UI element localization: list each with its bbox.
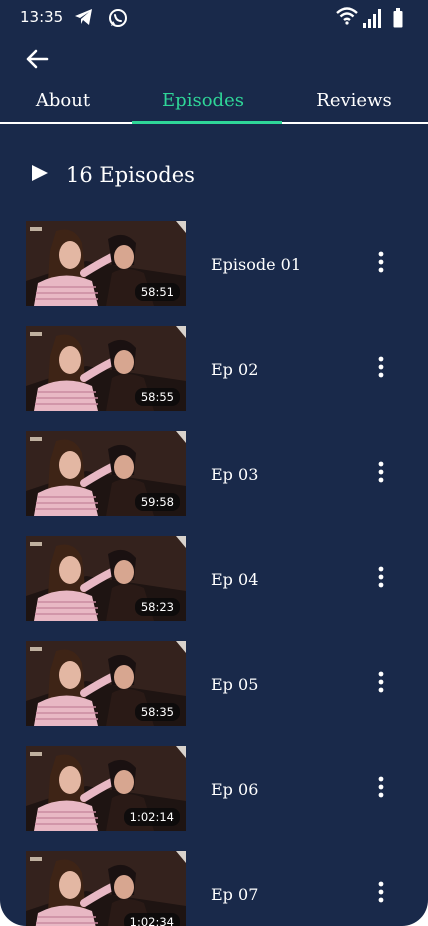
status-bar: 13:35 <box>0 0 428 36</box>
battery-icon <box>393 8 403 32</box>
episode-thumbnail[interactable]: 58:35 <box>26 641 186 726</box>
tab-episodes[interactable]: Episodes <box>140 78 266 122</box>
more-vertical-icon <box>378 776 384 802</box>
more-vertical-icon <box>378 881 384 907</box>
episode-title: Episode 01 <box>211 255 302 274</box>
episode-duration: 59:58 <box>134 493 180 511</box>
more-vertical-icon <box>378 251 384 277</box>
episode-row[interactable]: 1:02:14 Ep 06 <box>0 746 428 851</box>
active-tab-indicator <box>132 121 282 124</box>
episode-duration: 1:02:34 <box>123 913 180 926</box>
episode-duration: 58:55 <box>134 388 180 406</box>
wifi-icon <box>336 7 358 29</box>
episodes-count-title: 16 Episodes <box>66 163 195 187</box>
more-vertical-icon <box>378 461 384 487</box>
episode-more-button[interactable] <box>368 879 394 909</box>
episode-duration: 58:35 <box>134 703 180 721</box>
tab-reviews[interactable]: Reviews <box>310 78 398 122</box>
episode-duration: 1:02:14 <box>123 808 180 826</box>
episode-more-button[interactable] <box>368 669 394 699</box>
arrow-left-icon <box>25 48 49 74</box>
episode-duration: 58:51 <box>134 283 180 301</box>
episode-row[interactable]: 59:58 Ep 03 <box>0 431 428 536</box>
episode-thumbnail[interactable]: 58:51 <box>26 221 186 306</box>
episode-thumbnail[interactable]: 1:02:14 <box>26 746 186 831</box>
signal-icon <box>362 8 382 32</box>
episode-row[interactable]: 58:23 Ep 04 <box>0 536 428 641</box>
episode-title: Ep 06 <box>211 780 259 799</box>
episode-title: Ep 04 <box>211 570 259 589</box>
more-vertical-icon <box>378 671 384 697</box>
episode-title: Ep 03 <box>211 465 259 484</box>
episode-row[interactable]: 58:51 Episode 01 <box>0 221 428 326</box>
episode-more-button[interactable] <box>368 459 394 489</box>
episode-thumbnail[interactable]: 59:58 <box>26 431 186 516</box>
back-button[interactable] <box>22 46 52 76</box>
episode-thumbnail[interactable]: 58:23 <box>26 536 186 621</box>
play-icon <box>30 163 50 187</box>
episode-list: 58:51 Episode 01 58:55 Ep 02 59:58 Ep 03… <box>0 221 428 926</box>
whatsapp-icon <box>108 8 128 32</box>
episode-row[interactable]: 58:35 Ep 05 <box>0 641 428 746</box>
episode-thumbnail[interactable]: 1:02:34 <box>26 851 186 926</box>
episodes-header: 16 Episodes <box>30 158 195 192</box>
episode-title: Ep 07 <box>211 885 259 904</box>
episode-more-button[interactable] <box>368 249 394 279</box>
tab-about[interactable]: About <box>20 78 106 122</box>
more-vertical-icon <box>378 356 384 382</box>
status-time: 13:35 <box>20 8 64 26</box>
episode-more-button[interactable] <box>368 564 394 594</box>
episode-row[interactable]: 58:55 Ep 02 <box>0 326 428 431</box>
episode-thumbnail[interactable]: 58:55 <box>26 326 186 411</box>
episode-title: Ep 05 <box>211 675 259 694</box>
episode-more-button[interactable] <box>368 774 394 804</box>
episode-title: Ep 02 <box>211 360 259 379</box>
more-vertical-icon <box>378 566 384 592</box>
episode-more-button[interactable] <box>368 354 394 384</box>
episode-row[interactable]: 1:02:34 Ep 07 <box>0 851 428 926</box>
app-screen: 13:35 About Episodes Reviews 16 Episodes… <box>0 0 428 926</box>
telegram-icon <box>74 8 94 30</box>
tab-bar: About Episodes Reviews <box>0 78 428 124</box>
episode-duration: 58:23 <box>134 598 180 616</box>
